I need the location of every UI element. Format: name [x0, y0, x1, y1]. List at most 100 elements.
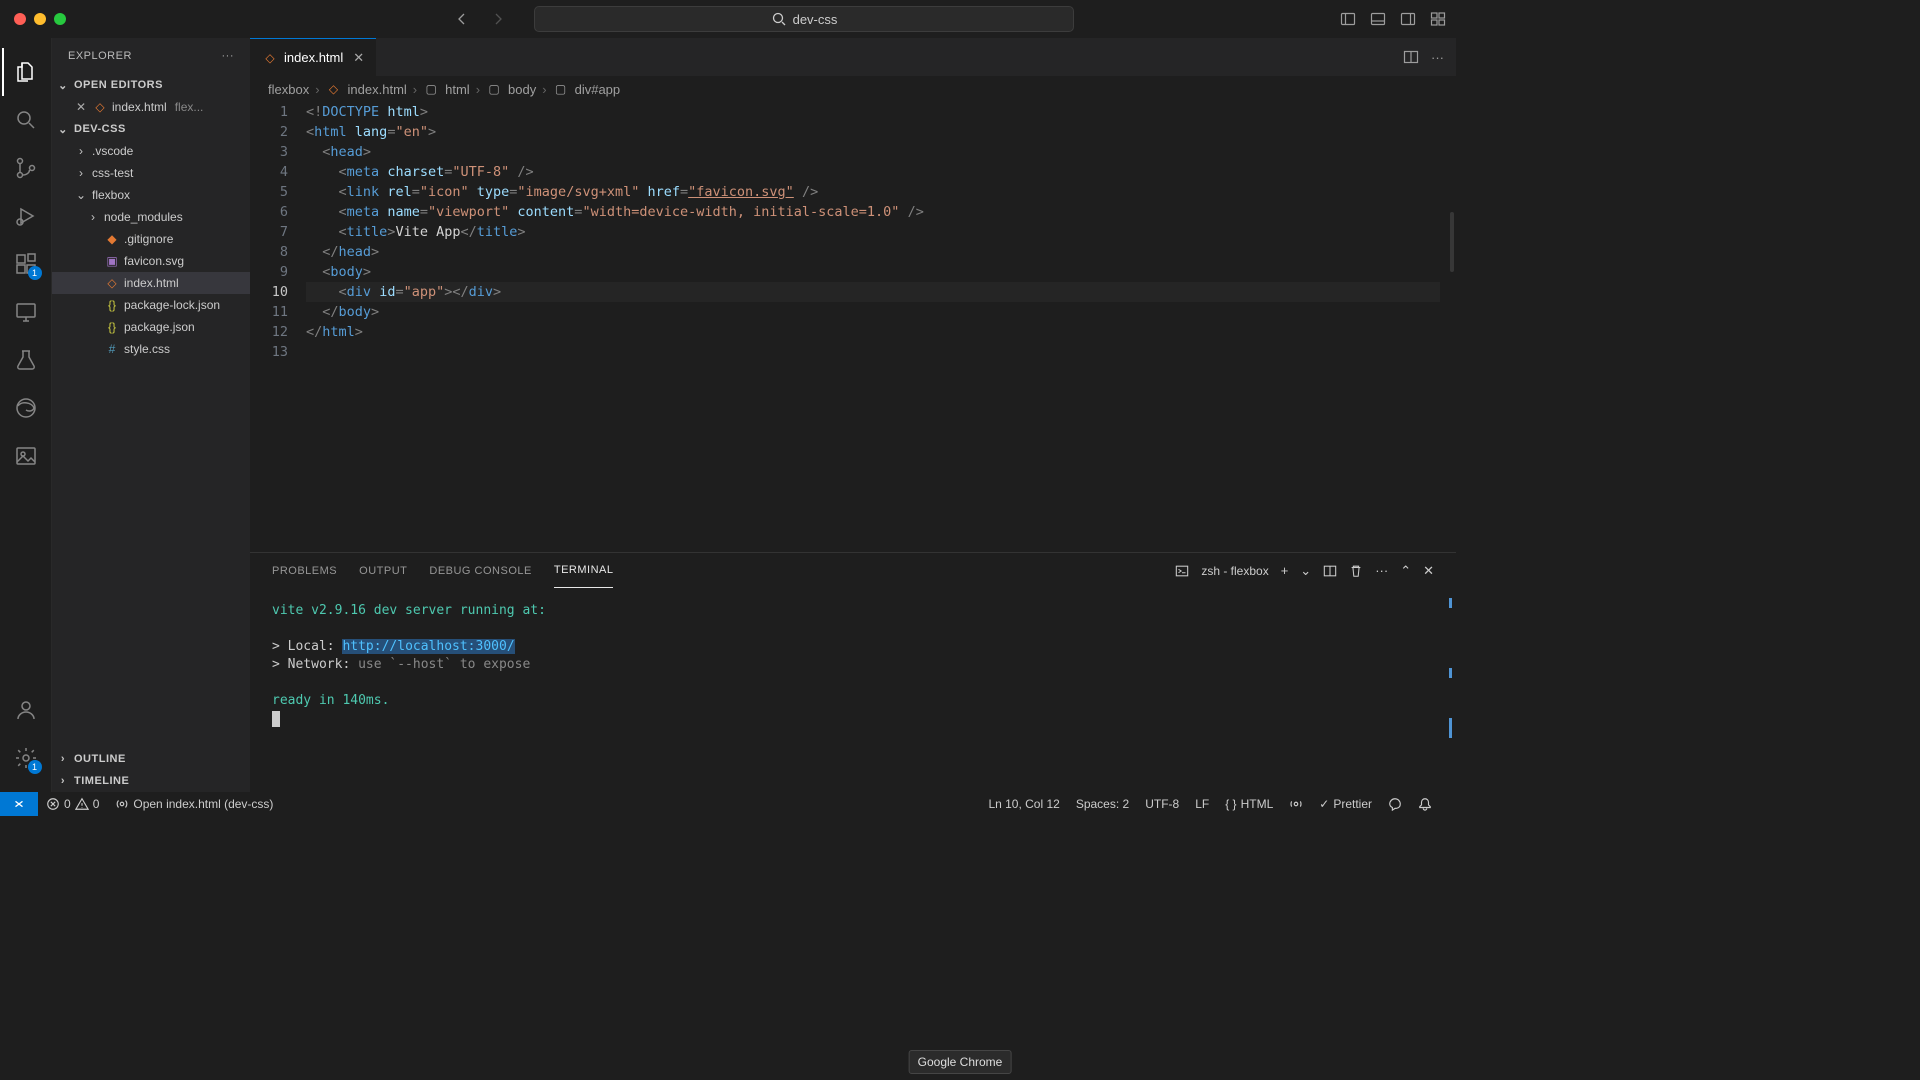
code-line[interactable]: <head> [306, 142, 1440, 162]
activity-search[interactable] [2, 96, 50, 144]
folder-item[interactable]: ⌄flexbox [52, 184, 250, 206]
language-mode[interactable]: { } HTML [1217, 797, 1281, 811]
command-center-search[interactable]: dev-css [534, 6, 1074, 32]
activity-settings[interactable]: 1 [2, 734, 50, 782]
maximize-window-button[interactable] [54, 13, 66, 25]
code-line[interactable]: <meta name="viewport" content="width=dev… [306, 202, 1440, 222]
nav-back-icon[interactable] [454, 11, 470, 27]
close-panel-icon[interactable]: ✕ [1423, 563, 1434, 579]
eol[interactable]: LF [1187, 797, 1217, 811]
panel-tab-debug-console[interactable]: DEBUG CONSOLE [429, 553, 531, 588]
activity-explorer[interactable] [2, 48, 50, 96]
editor-tab[interactable]: ◇ index.html ✕ [250, 38, 376, 76]
code-line[interactable]: </html> [306, 322, 1440, 342]
encoding[interactable]: UTF-8 [1137, 797, 1187, 811]
maximize-panel-icon[interactable]: ⌃ [1400, 563, 1411, 579]
activity-scm[interactable] [2, 144, 50, 192]
more-actions-icon[interactable]: ··· [1431, 50, 1444, 65]
panel-tab-terminal[interactable]: TERMINAL [554, 553, 614, 588]
file-item[interactable]: {}package-lock.json [52, 294, 250, 316]
activity-extensions[interactable]: 1 [2, 240, 50, 288]
split-editor-icon[interactable] [1403, 49, 1419, 65]
code-line[interactable]: <meta charset="UTF-8" /> [306, 162, 1440, 182]
breadcrumb-part[interactable]: index.html [348, 82, 407, 97]
file-item[interactable]: ▣favicon.svg [52, 250, 250, 272]
panel-tab-output[interactable]: OUTPUT [359, 553, 407, 588]
new-terminal-icon[interactable]: + [1281, 563, 1289, 578]
sidebar-more-icon[interactable]: ··· [222, 50, 235, 62]
broadcast-icon [1289, 797, 1303, 811]
feedback-icon[interactable] [1380, 797, 1410, 811]
item-label: css-test [92, 166, 133, 180]
code-line[interactable]: </head> [306, 242, 1440, 262]
layout-sidebar-right-icon[interactable] [1400, 11, 1416, 27]
nav-forward-icon[interactable] [490, 11, 506, 27]
code-line[interactable]: <body> [306, 262, 1440, 282]
breadcrumb-part[interactable]: html [445, 82, 470, 97]
code-editor[interactable]: 12345678910111213 <!DOCTYPE html><html l… [250, 102, 1456, 552]
folder-item[interactable]: ›node_modules [52, 206, 250, 228]
minimize-window-button[interactable] [34, 13, 46, 25]
folder-item[interactable]: ›.vscode [52, 140, 250, 162]
activity-remote[interactable] [2, 288, 50, 336]
activity-debug[interactable] [2, 192, 50, 240]
chevron-right-icon: › [74, 144, 88, 158]
breadcrumb-part[interactable]: body [508, 82, 536, 97]
minimap-slider[interactable] [1450, 212, 1454, 272]
customize-layout-icon[interactable] [1430, 11, 1446, 27]
kill-terminal-icon[interactable] [1349, 564, 1363, 578]
breadcrumb[interactable]: flexbox›◇index.html›▢html›▢body›▢div#app [250, 76, 1456, 102]
breadcrumb-part[interactable]: flexbox [268, 82, 309, 97]
file-item[interactable]: {}package.json [52, 316, 250, 338]
item-label: package-lock.json [124, 298, 220, 312]
terminal-cursor [272, 711, 280, 727]
code-line[interactable] [306, 342, 1440, 362]
activity-edge[interactable] [2, 384, 50, 432]
folder-item[interactable]: ›css-test [52, 162, 250, 184]
line-number: 7 [250, 222, 288, 242]
open-editor-item[interactable]: ✕◇index.htmlflex... [52, 96, 250, 118]
cursor-position[interactable]: Ln 10, Col 12 [980, 797, 1067, 811]
terminal-output[interactable]: vite v2.9.16 dev server running at: > Lo… [250, 588, 1456, 792]
close-editor-icon[interactable]: ✕ [74, 100, 88, 114]
timeline-header[interactable]: › TIMELINE [52, 770, 250, 792]
chevron-right-icon: › [86, 210, 100, 224]
file-item[interactable]: ◆.gitignore [52, 228, 250, 250]
status-problems[interactable]: 0 0 [38, 797, 107, 811]
more-terminal-icon[interactable]: ··· [1375, 563, 1388, 578]
open-file-indicator[interactable]: Open index.html (dev-css) [107, 797, 281, 811]
file-item[interactable]: #style.css [52, 338, 250, 360]
workspace-header[interactable]: ⌄ DEV-CSS [52, 118, 250, 140]
code-area[interactable]: <!DOCTYPE html><html lang="en"> <head> <… [306, 102, 1456, 552]
layout-sidebar-left-icon[interactable] [1340, 11, 1356, 27]
port-forward[interactable] [1281, 797, 1311, 811]
outline-header[interactable]: › OUTLINE [52, 748, 250, 770]
terminal-name[interactable]: zsh - flexbox [1201, 564, 1268, 578]
panel-tab-problems[interactable]: PROBLEMS [272, 553, 337, 588]
activity-account[interactable] [2, 686, 50, 734]
breadcrumb-part[interactable]: div#app [575, 82, 621, 97]
line-number: 2 [250, 122, 288, 142]
prettier-status[interactable]: ✓ Prettier [1311, 797, 1380, 811]
panel-tabs: PROBLEMS OUTPUT DEBUG CONSOLE TERMINAL zsh … [250, 553, 1456, 588]
code-line[interactable]: <!DOCTYPE html> [306, 102, 1440, 122]
code-line[interactable]: <html lang="en"> [306, 122, 1440, 142]
close-window-button[interactable] [14, 13, 26, 25]
indentation[interactable]: Spaces: 2 [1068, 797, 1137, 811]
code-line[interactable]: <div id="app"></div> [306, 282, 1440, 302]
activity-images[interactable] [2, 432, 50, 480]
code-line[interactable]: <title>Vite App</title> [306, 222, 1440, 242]
terminal-dropdown-icon[interactable]: ⌄ [1300, 563, 1311, 579]
terminal-link[interactable]: http://localhost:3000/ [342, 639, 514, 654]
code-line[interactable]: </body> [306, 302, 1440, 322]
activity-testing[interactable] [2, 336, 50, 384]
close-tab-icon[interactable]: ✕ [353, 50, 364, 66]
broadcast-icon [115, 797, 129, 811]
code-line[interactable]: <link rel="icon" type="image/svg+xml" hr… [306, 182, 1440, 202]
remote-button[interactable] [0, 792, 38, 816]
open-editors-header[interactable]: ⌄ OPEN EDITORS [52, 74, 250, 96]
layout-panel-bottom-icon[interactable] [1370, 11, 1386, 27]
notifications-icon[interactable] [1410, 797, 1440, 811]
split-terminal-icon[interactable] [1323, 564, 1337, 578]
file-item[interactable]: ◇index.html [52, 272, 250, 294]
